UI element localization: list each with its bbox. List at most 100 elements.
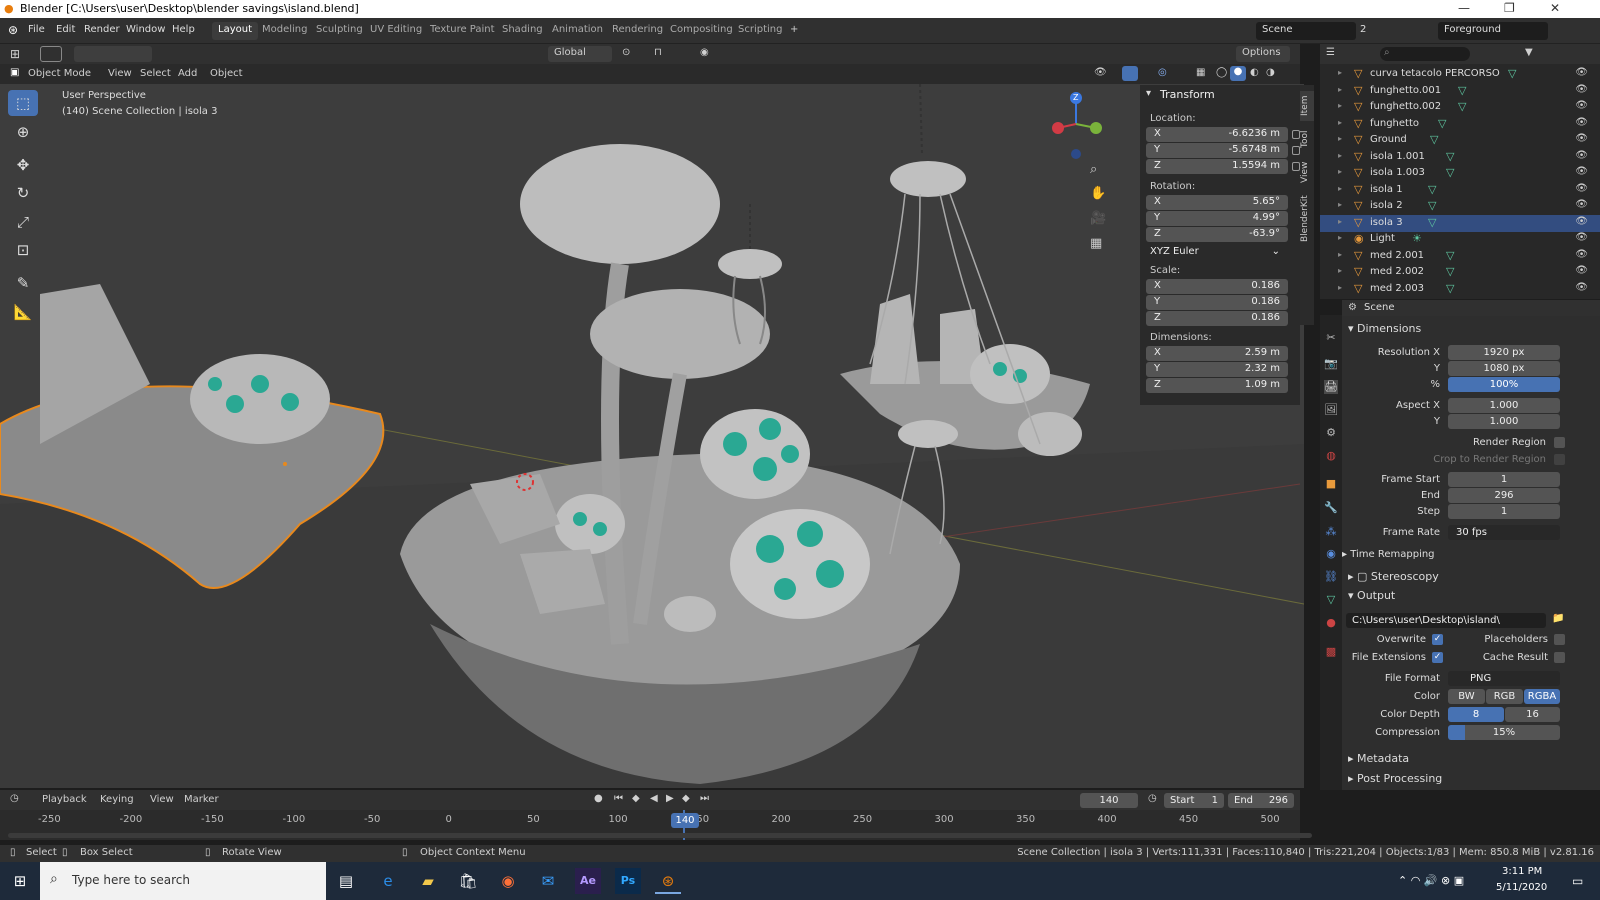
file-explorer-icon[interactable]: ▰ bbox=[415, 868, 441, 894]
dimension-y-field[interactable]: Y 2.32 m bbox=[1146, 362, 1288, 377]
perspective-toggle-icon[interactable]: ▦ bbox=[1090, 236, 1102, 251]
outliner-item[interactable]: ▸ ▽ isola 1 ▽ 👁 bbox=[1320, 182, 1600, 199]
color-rgb-button[interactable]: RGB bbox=[1486, 689, 1523, 704]
move-tool-icon[interactable]: ✥ bbox=[8, 152, 38, 178]
mesh-data-icon[interactable]: ▽ bbox=[1458, 100, 1466, 113]
aspect-x-field[interactable]: 1.000 bbox=[1448, 398, 1560, 413]
navigation-gizmo[interactable] bbox=[1050, 88, 1110, 160]
workspace-tab-sculpting[interactable]: Sculpting bbox=[310, 22, 369, 40]
outliner-item[interactable]: ▸ ▽ med 2.002 ▽ 👁 bbox=[1320, 264, 1600, 281]
tab-blenderkit[interactable]: BlenderKit bbox=[1300, 191, 1314, 247]
photoshop-icon[interactable]: Ps bbox=[615, 868, 641, 894]
keying-menu[interactable]: Keying bbox=[100, 794, 134, 805]
play-reverse-icon[interactable]: ◀ bbox=[650, 793, 658, 804]
outliner-item[interactable]: ▸ ▽ curva tetacolo PERCORSO ▽ 👁 bbox=[1320, 66, 1600, 83]
proportional-edit-icon[interactable]: ◉ bbox=[700, 47, 709, 58]
mesh-data-icon[interactable]: ▽ bbox=[1428, 199, 1436, 212]
mesh-data-icon[interactable]: ▽ bbox=[1428, 216, 1436, 229]
menu-render[interactable]: Render bbox=[84, 24, 120, 35]
display-mode-icon[interactable]: ☰ bbox=[1326, 47, 1335, 58]
expand-arrow-icon[interactable]: ▸ bbox=[1338, 151, 1342, 160]
cache-result-checkbox[interactable] bbox=[1554, 652, 1565, 663]
minimize-button[interactable]: — bbox=[1458, 1, 1470, 15]
next-keyframe-icon[interactable]: ◆ bbox=[682, 793, 690, 804]
workspace-tab-animation[interactable]: Animation bbox=[546, 22, 609, 40]
measure-tool-icon[interactable]: 📐 bbox=[8, 299, 38, 325]
tab-view[interactable]: View bbox=[1300, 157, 1314, 187]
playback-menu[interactable]: Playback bbox=[42, 794, 87, 805]
visibility-eye-icon[interactable]: 👁 bbox=[1575, 265, 1588, 276]
blender-taskbar-icon[interactable]: ⊛ bbox=[655, 868, 681, 894]
scale-y-field[interactable]: Y 0.186 bbox=[1146, 295, 1288, 310]
workspace-tab-shading[interactable]: Shading bbox=[496, 22, 549, 40]
file-format-dropdown[interactable]: PNG bbox=[1448, 671, 1560, 686]
expand-arrow-icon[interactable]: ▸ bbox=[1338, 118, 1342, 127]
outliner-item[interactable]: ▸ ▽ isola 1.003 ▽ 👁 bbox=[1320, 165, 1600, 182]
frame-step-field[interactable]: 1 bbox=[1448, 504, 1560, 519]
select-box-tool-icon[interactable]: ⬚ bbox=[8, 90, 38, 116]
filter-icon[interactable]: ▼ bbox=[1525, 47, 1533, 58]
gizmo-toggle-icon[interactable] bbox=[1122, 66, 1138, 81]
file-extensions-checkbox[interactable]: ✓ bbox=[1432, 652, 1443, 663]
select-tool-icon[interactable] bbox=[40, 46, 62, 62]
render-props-icon[interactable]: 📷 bbox=[1324, 357, 1338, 371]
mesh-data-icon[interactable]: ▽ bbox=[1458, 84, 1466, 97]
particles-props-icon[interactable]: ⁂ bbox=[1324, 525, 1338, 539]
visibility-eye-icon[interactable]: 👁 bbox=[1575, 67, 1588, 78]
store-icon[interactable]: 🛍 bbox=[455, 868, 481, 894]
menu-view[interactable]: View bbox=[108, 68, 132, 79]
collapse-arrow-icon[interactable]: ▾ bbox=[1146, 88, 1151, 99]
scale-x-field[interactable]: X 0.186 bbox=[1146, 279, 1288, 294]
windows-start-icon[interactable]: ⊞ bbox=[7, 868, 33, 894]
visibility-eye-icon[interactable]: 👁 bbox=[1575, 133, 1588, 144]
record-icon[interactable]: ● bbox=[594, 793, 603, 804]
folder-icon[interactable]: 📁 bbox=[1552, 613, 1564, 624]
outliner-item[interactable]: ▸ ▽ funghetto.001 ▽ 👁 bbox=[1320, 83, 1600, 100]
timeline-editor-icon[interactable]: ◷ bbox=[10, 793, 19, 804]
expand-arrow-icon[interactable]: ▸ bbox=[1338, 200, 1342, 209]
options-dropdown[interactable]: Options bbox=[1236, 46, 1290, 62]
mesh-data-icon[interactable]: ▽ bbox=[1430, 133, 1438, 146]
outliner-item[interactable]: ▸ ▽ isola 3 ▽ 👁 bbox=[1320, 214, 1600, 232]
zoom-icon[interactable]: ⌕ bbox=[1090, 162, 1097, 177]
dimension-z-field[interactable]: Z 1.09 m bbox=[1146, 378, 1288, 393]
workspace-tab-texture-paint[interactable]: Texture Paint bbox=[424, 22, 501, 40]
close-button[interactable]: ✕ bbox=[1550, 1, 1560, 15]
blender-menu-icon[interactable]: ⊛ bbox=[8, 23, 18, 37]
mode-dropdown[interactable]: Object Mode bbox=[28, 68, 91, 79]
workspace-tab-scripting[interactable]: Scripting bbox=[732, 22, 788, 40]
material-props-icon[interactable]: ● bbox=[1324, 616, 1338, 630]
outliner-item[interactable]: ▸ ▽ Ground ▽ 👁 bbox=[1320, 132, 1600, 149]
visibility-eye-icon[interactable]: 👁 bbox=[1575, 232, 1588, 243]
tab-item[interactable]: Item bbox=[1300, 91, 1314, 121]
workspace-tab-compositing[interactable]: Compositing bbox=[664, 22, 739, 40]
scene-selector[interactable]: Scene bbox=[1256, 22, 1356, 40]
mesh-data-icon[interactable]: ▽ bbox=[1446, 282, 1454, 295]
after-effects-icon[interactable]: Ae bbox=[575, 868, 601, 894]
view-layer-props-icon[interactable]: 🖼 bbox=[1324, 403, 1338, 417]
visibility-eye-icon[interactable]: 👁 bbox=[1575, 84, 1588, 95]
maximize-button[interactable]: ❐ bbox=[1504, 1, 1515, 15]
resolution-x-field[interactable]: 1920 px bbox=[1448, 345, 1560, 360]
cursor-tool-icon[interactable]: ⊕ bbox=[8, 119, 38, 145]
render-region-checkbox[interactable] bbox=[1554, 437, 1565, 448]
prev-keyframe-icon[interactable]: ◆ bbox=[632, 793, 640, 804]
dimensions-section-header[interactable]: ▾ Dimensions bbox=[1348, 322, 1421, 335]
lock-icon[interactable] bbox=[1292, 146, 1300, 155]
lock-icon[interactable] bbox=[1292, 162, 1300, 171]
expand-arrow-icon[interactable]: ▸ bbox=[1338, 134, 1342, 143]
lock-icon[interactable] bbox=[1292, 130, 1300, 139]
menu-file[interactable]: File bbox=[28, 24, 45, 35]
mesh-data-icon[interactable]: ▽ bbox=[1446, 150, 1454, 163]
expand-arrow-icon[interactable]: ▸ bbox=[1338, 217, 1342, 226]
mesh-data-icon[interactable]: ▽ bbox=[1438, 117, 1446, 130]
system-tray-icons[interactable]: ⌃ ◠ 🔊 ⊗ ▣ bbox=[1398, 874, 1464, 887]
tab-tool[interactable]: Tool bbox=[1300, 125, 1314, 153]
stereoscopy-section[interactable]: ▸ ▢ Stereoscopy bbox=[1348, 570, 1439, 583]
menu-add[interactable]: Add bbox=[178, 68, 197, 79]
taskbar-search-box[interactable]: ⌕ Type here to search bbox=[40, 862, 326, 900]
scale-z-field[interactable]: Z 0.186 bbox=[1146, 311, 1288, 326]
transform-orientation-dropdown[interactable]: Global bbox=[548, 46, 612, 62]
location-z-field[interactable]: Z 1.5594 m bbox=[1146, 159, 1288, 174]
view-layer-selector[interactable]: Foreground bbox=[1438, 22, 1548, 40]
